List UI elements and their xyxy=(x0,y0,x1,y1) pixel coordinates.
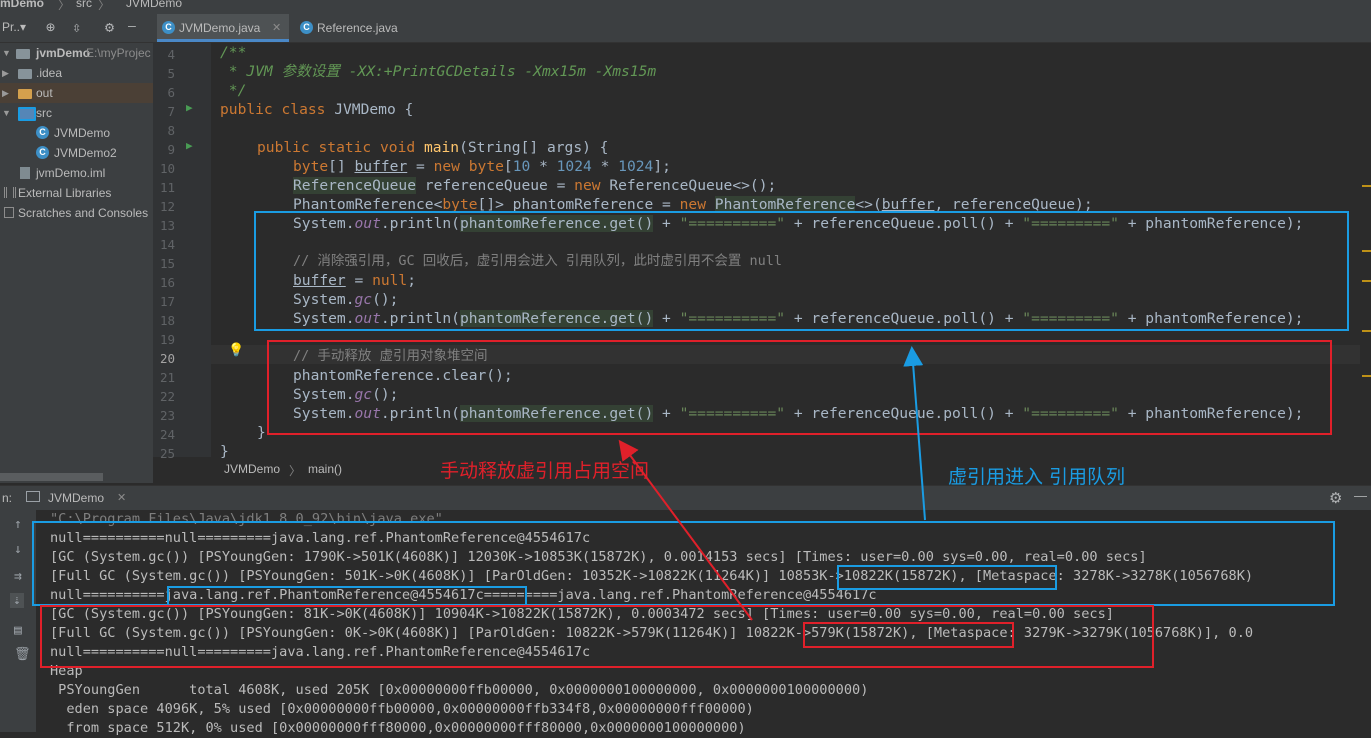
blue-arrow xyxy=(903,346,926,521)
blue-annotation-text: 虚引用进入 引用队列 xyxy=(948,466,1126,488)
annotation-arrows xyxy=(618,346,926,621)
red-annotation-text: 手动释放虚引用占用空间 xyxy=(440,460,650,482)
